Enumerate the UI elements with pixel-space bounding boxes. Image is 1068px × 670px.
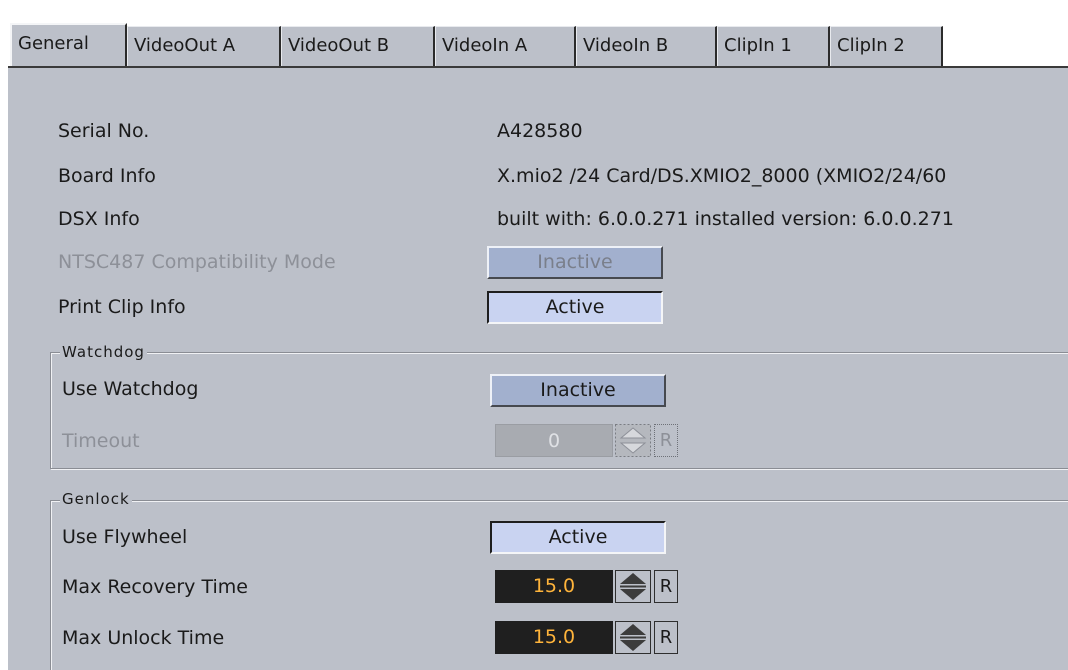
timeout-input[interactable]: 0 [495, 424, 613, 457]
serial-label: Serial No. [58, 120, 150, 142]
tab-videoin-b[interactable]: VideoIn B [576, 26, 717, 66]
tab-general[interactable]: General [10, 23, 127, 68]
genlock-group-title: Genlock [60, 490, 132, 508]
max-recovery-time-label: Max Recovery Time [62, 576, 248, 598]
print-clip-info-label: Print Clip Info [58, 296, 186, 318]
board-info-label: Board Info [58, 165, 156, 187]
tab-videoin-a[interactable]: VideoIn A [435, 26, 576, 66]
watchdog-group-title: Watchdog [60, 343, 147, 361]
max-unlock-time-label: Max Unlock Time [62, 627, 225, 649]
board-info-value: X.mio2 /24 Card/DS.XMIO2_8000 (XMIO2/24/… [497, 165, 947, 187]
dsx-info-label: DSX Info [58, 208, 140, 230]
ntsc-mode-toggle[interactable]: Inactive [487, 246, 663, 279]
timeout-reset-button[interactable]: R [654, 424, 678, 457]
print-clip-info-toggle[interactable]: Active [487, 291, 663, 324]
timeout-label: Timeout [62, 430, 140, 452]
use-watchdog-label: Use Watchdog [62, 378, 199, 400]
dsx-info-value: built with: 6.0.0.271 installed version:… [497, 208, 954, 230]
tab-videoout-b[interactable]: VideoOut B [281, 26, 435, 66]
max-unlock-spinner-icon[interactable] [615, 621, 651, 654]
serial-value: A428580 [497, 120, 583, 142]
tab-clipin-2[interactable]: ClipIn 2 [830, 26, 943, 66]
tab-videoout-a[interactable]: VideoOut A [127, 26, 281, 66]
tab-divider [8, 66, 1068, 68]
max-unlock-reset-button[interactable]: R [654, 621, 678, 654]
max-recovery-spinner-icon[interactable] [615, 570, 651, 603]
ntsc-mode-label: NTSC487 Compatibility Mode [58, 251, 336, 273]
timeout-spinner-icon[interactable] [615, 424, 651, 457]
max-recovery-time-input[interactable]: 15.0 [495, 570, 613, 603]
tab-clipin-1[interactable]: ClipIn 1 [717, 26, 830, 66]
max-recovery-reset-button[interactable]: R [654, 570, 678, 603]
use-flywheel-label: Use Flywheel [62, 526, 188, 548]
use-watchdog-toggle[interactable]: Inactive [490, 374, 666, 407]
use-flywheel-toggle[interactable]: Active [490, 521, 666, 554]
tab-strip: General VideoOut A VideoOut B VideoIn A … [8, 8, 1068, 68]
max-unlock-time-input[interactable]: 15.0 [495, 621, 613, 654]
